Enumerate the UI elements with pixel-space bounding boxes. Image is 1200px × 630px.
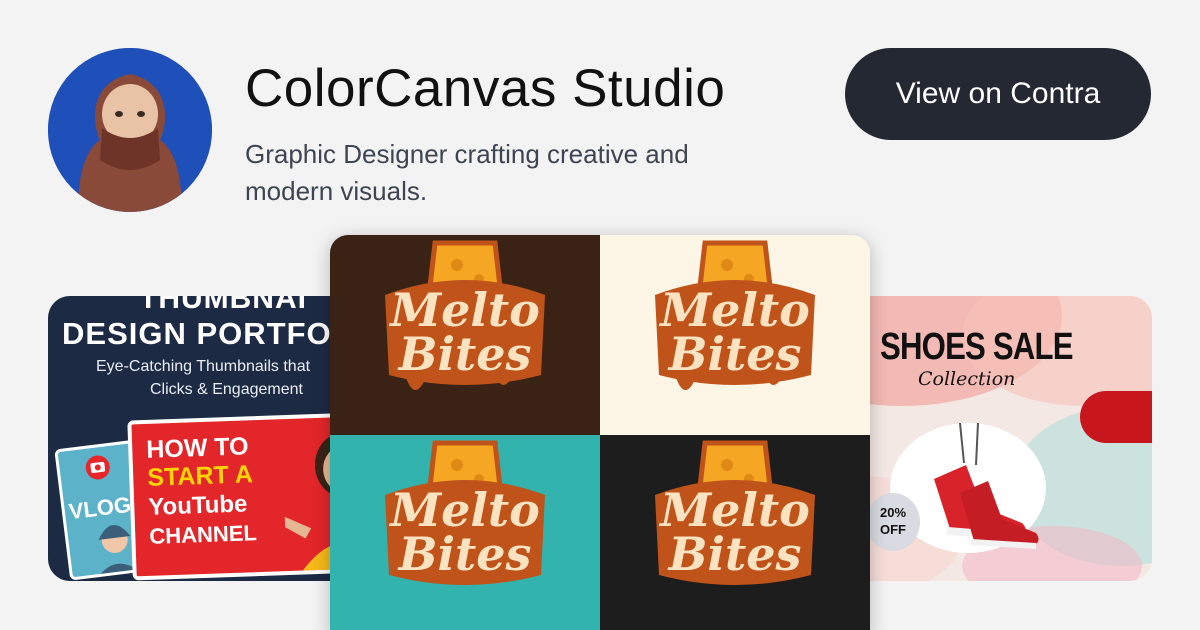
melto-bites-logo: Melto Bites: [645, 435, 825, 630]
discount-off: OFF: [880, 522, 906, 537]
melto-bites-logo: Melto Bites: [375, 235, 555, 435]
discount-badge: 20% OFF: [866, 493, 920, 551]
youtube-line2: START A: [146, 460, 254, 492]
logo-variant-black: Melto Bites: [600, 435, 870, 630]
logo-variant-dark-brown: Melto Bites: [330, 235, 600, 435]
portfolio-card-shoes[interactable]: SHOES SALE Collection 20% OFF: [822, 296, 1152, 581]
thumbnail-heading-line2: DESIGN PORTFO: [62, 316, 332, 351]
youtube-line4: CHANNEL: [148, 520, 258, 549]
logo-word2: Bites: [668, 527, 802, 581]
thumbnail-subtitle-line1: Eye-Catching Thumbnails that: [96, 358, 311, 375]
avatar: [48, 48, 212, 212]
thumbnail-heading-line1: THUMBNAI: [139, 296, 307, 315]
view-on-contra-button[interactable]: View on Contra: [845, 48, 1151, 140]
portfolio-card-melto-bites[interactable]: Melto Bites Melto Bites Melto Bites Melt…: [330, 235, 870, 630]
melto-bites-logo: Melto Bites: [375, 435, 555, 630]
shoes-sale-title: SHOES SALE: [880, 326, 1073, 368]
profile-tagline: Graphic Designer crafting creative and m…: [245, 139, 689, 206]
melto-bites-logo: Melto Bites: [645, 235, 825, 435]
red-accent-tab: [1080, 391, 1152, 443]
logo-word2: Bites: [398, 327, 532, 381]
logo-variant-cream: Melto Bites: [600, 235, 870, 435]
portfolio-card-thumbnails[interactable]: THUMBNAI DESIGN PORTFO Eye-Catching Thum…: [48, 296, 378, 581]
shoes-sale-subtitle: Collection: [918, 368, 1016, 390]
logo-word2: Bites: [668, 327, 802, 381]
thumbnail-subtitle-line2: Clicks & Engagement: [150, 381, 303, 398]
logo-word2: Bites: [398, 527, 532, 581]
youtube-line3: YouTube: [147, 490, 248, 521]
discount-percent: 20%: [879, 505, 907, 520]
profile-name: ColorCanvas Studio: [245, 59, 726, 118]
avatar-illustration: [48, 48, 212, 212]
logo-variant-teal: Melto Bites: [330, 435, 600, 630]
